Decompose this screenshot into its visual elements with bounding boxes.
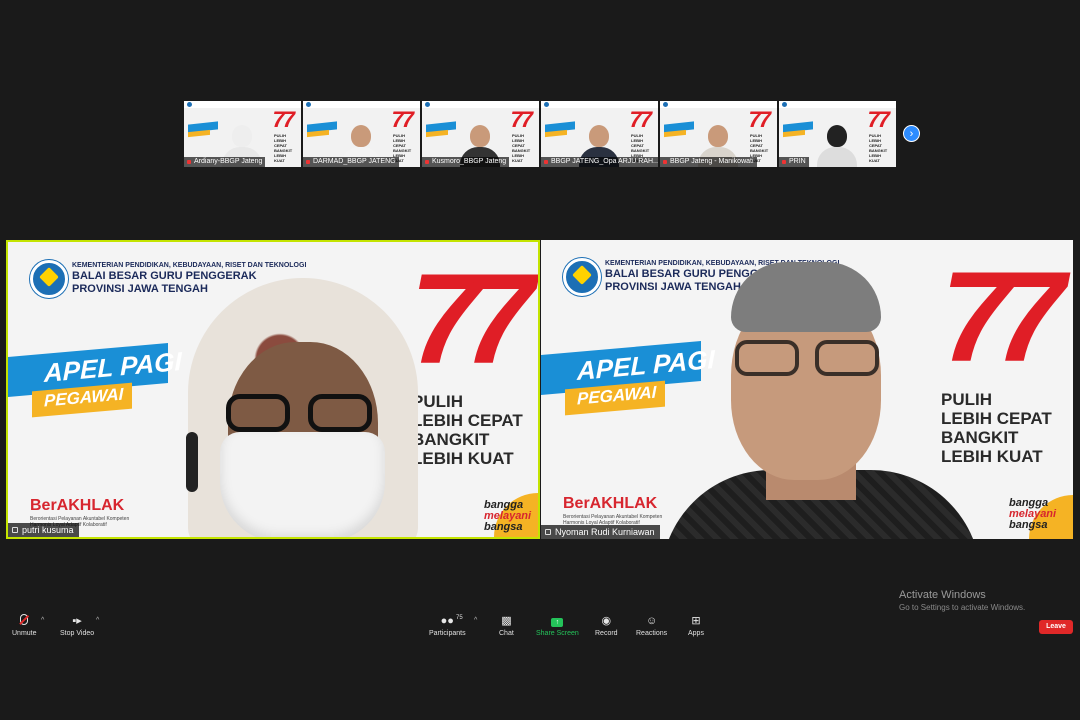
participant-name: BBGP JATENG_Opa ARJU RAH... — [541, 157, 658, 167]
anniversary-number: 77 — [410, 248, 534, 391]
video-tile-active-speaker[interactable]: KEMENTERIAN PENDIDIKAN, KEBUDAYAAN, RISE… — [6, 240, 540, 539]
berakhlak-logo: BerAKHLAK — [30, 497, 125, 514]
emblem-icon — [544, 102, 549, 107]
headset-icon — [186, 432, 198, 492]
participant-name: Ardiany-BBGP Jateng — [184, 157, 266, 167]
share-screen-button[interactable]: ↑ Share Screen — [536, 614, 579, 637]
participant-name: Nyoman Rudi Kurniawan — [541, 525, 660, 539]
leave-button[interactable]: Leave — [1039, 620, 1073, 634]
share-screen-icon: ↑ — [551, 618, 564, 627]
thumbnail-strip: 77 PULIH LEBIH CEPAT BANGKIT LEBIH KUAT Ard… — [184, 101, 896, 167]
emblem-icon — [425, 102, 430, 107]
microphone-muted-icon — [20, 614, 29, 625]
ministry-text: KEMENTERIAN PENDIDIKAN, KEBUDAYAAN, RISE… — [72, 262, 307, 269]
reactions-button[interactable]: ☺ Reactions — [636, 614, 667, 637]
participants-count: 75 — [456, 615, 463, 621]
emblem-icon — [782, 102, 787, 107]
stop-video-button[interactable]: ▪▸ Stop Video — [60, 614, 94, 637]
record-icon: ◉ — [601, 615, 612, 627]
smiley-plus-icon: ☺ — [645, 615, 658, 627]
bangga-logo: bangga melayani bangsa — [1009, 497, 1057, 531]
participant-thumbnail[interactable]: 77 PULIHLEBIH CEPATBANGKITLEBIH KUAT DAR… — [303, 101, 420, 167]
participant-name: PRIN — [779, 157, 809, 167]
apps-button[interactable]: ⊞ Apps — [688, 614, 704, 637]
participant-name: BBGP Jateng - Manikowati — [660, 157, 757, 167]
activate-windows-watermark: Activate Windows Go to Settings to activ… — [899, 589, 1026, 612]
emblem-icon — [663, 102, 668, 107]
participant-name: Kusmoro_BBGP Jateng — [422, 157, 510, 167]
thumb-slogan: PULIHLEBIH CEPATBANGKITLEBIH KUAT — [869, 133, 888, 163]
bangga-logo: bangga melayani bangsa — [484, 499, 532, 533]
apps-icon: ⊞ — [691, 615, 701, 627]
video-camera-icon: ▪▸ — [72, 615, 82, 627]
emblem-icon — [306, 102, 311, 107]
emblem-icon — [187, 102, 192, 107]
berakhlak-logo: BerAKHLAK — [563, 495, 658, 512]
participant-name: putri kusuma — [8, 523, 79, 537]
chevron-right-icon: › — [909, 128, 914, 140]
participant-thumbnail[interactable]: 77 PULIHLEBIH CEPATBANGKITLEBIH KUAT BBG… — [541, 101, 658, 167]
record-button[interactable]: ◉ Record — [595, 614, 618, 637]
thumb-slogan: PULIHLEBIH CEPATBANGKITLEBIH KUAT — [274, 133, 293, 163]
thumb-slogan: PULIHLEBIH CEPATBANGKITLEBIH KUAT — [512, 133, 531, 163]
video-tile[interactable]: KEMENTERIAN PENDIDIKAN, KEBUDAYAAN, RISE… — [541, 240, 1073, 539]
participants-options-caret[interactable]: ^ — [474, 617, 477, 624]
participant-thumbnail[interactable]: 77 PULIH LEBIH CEPAT BANGKIT LEBIH KUAT Kus… — [422, 101, 539, 167]
chat-bubble-icon: ▩ — [501, 615, 512, 627]
unmute-button[interactable]: Unmute — [12, 614, 37, 637]
org-name: BALAI BESAR GURU PENGGERAK PROVINSI JAWA … — [72, 270, 257, 295]
tut-wuri-emblem-icon — [563, 258, 601, 296]
participant-thumbnail[interactable]: 77 PULIHLEBIH CEPATBANGKITLEBIH KUAT BBG… — [660, 101, 777, 167]
chat-button[interactable]: ▩ Chat — [499, 614, 514, 637]
next-page-button[interactable]: › — [903, 125, 920, 142]
video-options-caret[interactable]: ^ — [96, 617, 99, 624]
audio-options-caret[interactable]: ^ — [41, 617, 44, 624]
participant-name: DARMAD_BBGP JATENG — [303, 157, 399, 167]
tut-wuri-emblem-icon — [30, 260, 68, 298]
slogan: PULIH LEBIH CEPAT BANGKIT LEBIH KUAT — [412, 392, 523, 468]
participant-thumbnail[interactable]: 77 PULIH LEBIH CEPAT BANGKIT LEBIH KUAT Ard… — [184, 101, 301, 167]
slogan: PULIH LEBIH CEPAT BANGKIT LEBIH KUAT — [941, 390, 1052, 466]
participant-thumbnail[interactable]: 77 PULIH LEBIH CEPAT BANGKIT LEBIH KUAT PRI… — [779, 101, 896, 167]
anniversary-number: 77 — [941, 246, 1065, 389]
